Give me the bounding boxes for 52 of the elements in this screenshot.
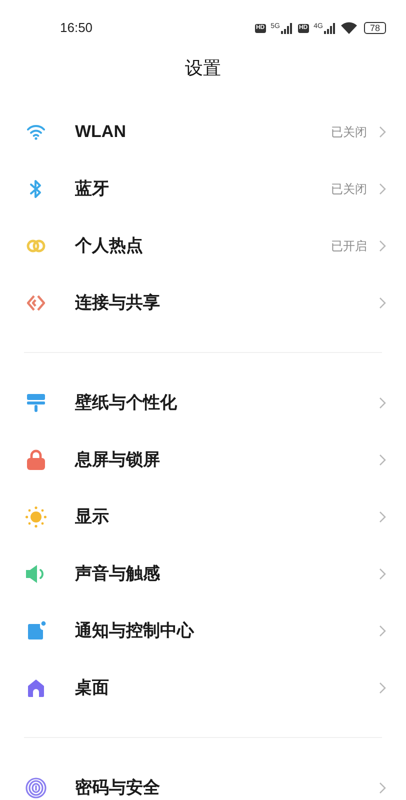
row-label: WLAN — [75, 120, 127, 143]
page-title: 设置 — [185, 58, 221, 78]
house-icon — [26, 678, 46, 698]
padlock-icon — [26, 448, 46, 470]
settings-row[interactable]: WLAN 已关闭 — [0, 103, 406, 160]
settings-row[interactable]: 壁纸与个性化 — [0, 374, 406, 431]
diamond-arrows-icon — [26, 294, 46, 312]
chevron-icon — [379, 624, 386, 636]
settings-row[interactable]: 蓝牙 已关闭 — [0, 160, 406, 217]
sun-icon — [25, 506, 47, 528]
chevron-icon — [379, 182, 386, 194]
chevron-icon — [379, 126, 386, 138]
row-label: 息屏与锁屏 — [75, 448, 161, 471]
fingerprint-icon — [25, 776, 47, 798]
row-value: 已关闭 — [331, 180, 367, 198]
row-label: 桌面 — [75, 676, 110, 699]
row-label: 个人热点 — [75, 234, 144, 257]
linked-rings-icon — [26, 238, 46, 252]
chevron-icon — [379, 682, 386, 694]
row-label: 蓝牙 — [75, 178, 110, 200]
chevron-icon — [379, 510, 386, 522]
chevron-icon — [379, 454, 386, 466]
notification-card-icon — [26, 620, 46, 640]
settings-row[interactable]: 桌面 — [0, 659, 406, 716]
chevron-icon — [379, 296, 386, 308]
battery-level: 78 — [364, 22, 386, 34]
row-label: 显示 — [75, 506, 110, 528]
settings-row[interactable]: 个人热点 已开启 — [0, 217, 406, 274]
row-value: 已关闭 — [331, 124, 367, 140]
row-label: 壁纸与个性化 — [75, 392, 178, 414]
row-label: 密码与安全 — [75, 776, 161, 799]
chevron-icon — [379, 782, 386, 794]
signal-icon — [324, 22, 336, 34]
paint-roller-icon — [26, 392, 46, 412]
row-value: 已开启 — [331, 238, 367, 254]
settings-row[interactable]: 通知与控制中心 — [0, 602, 406, 659]
settings-row[interactable]: 连接与共享 — [0, 274, 406, 331]
row-label: 声音与触感 — [75, 562, 161, 585]
row-label: 通知与控制中心 — [75, 620, 196, 642]
chevron-icon — [379, 568, 386, 580]
settings-row[interactable]: 息屏与锁屏 — [0, 431, 406, 488]
wifi-icon — [26, 124, 46, 140]
row-label: 连接与共享 — [75, 292, 161, 314]
settings-row[interactable]: 声音与触感 — [0, 545, 406, 602]
status-time: 16:50 — [60, 19, 93, 38]
wifi-icon — [340, 22, 357, 34]
signal-icon — [280, 22, 293, 34]
chevron-icon — [379, 396, 386, 408]
bluetooth-icon — [29, 178, 43, 198]
settings-row[interactable]: 显示 — [0, 488, 406, 545]
chevron-icon — [379, 240, 386, 252]
settings-row[interactable]: 密码与安全 — [0, 759, 406, 800]
